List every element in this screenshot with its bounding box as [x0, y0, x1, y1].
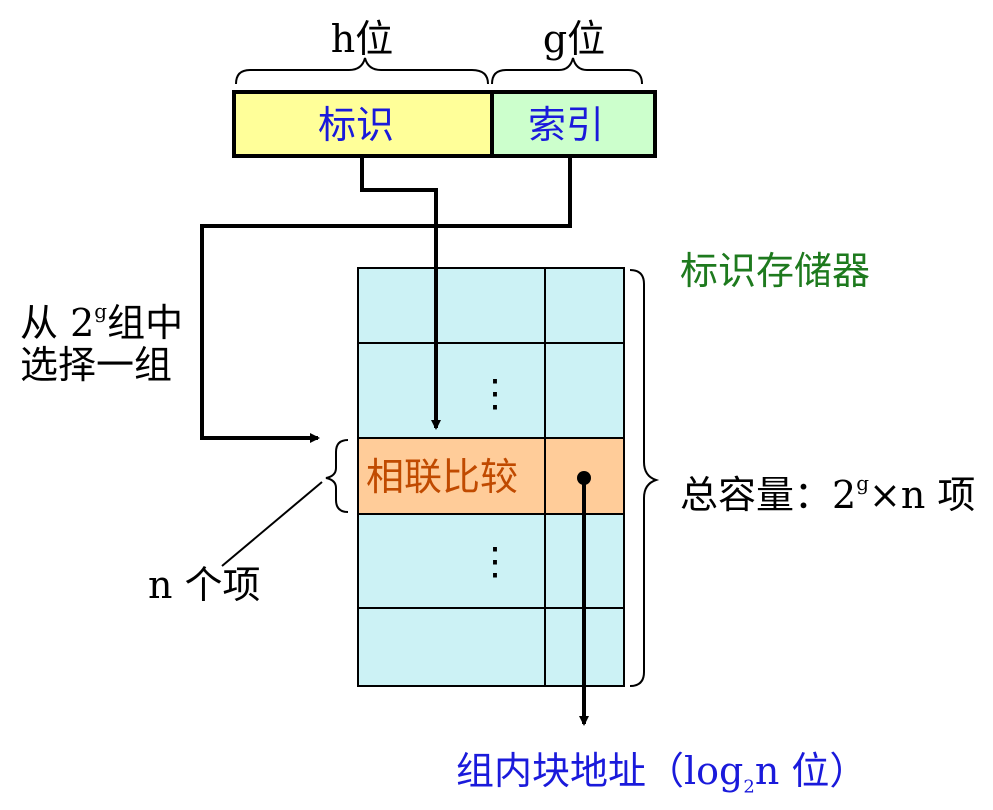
capacity-label: 总容量：2g×n 项	[680, 471, 976, 517]
cache-set-associative-diagram: h位 g位 标识 索引 标识存储器 从 2g组中 选择一组 ⋮ ⋮ 相联比较 总…	[0, 0, 993, 810]
tag-memory-title: 标识存储器	[680, 249, 871, 293]
h-bits-label: h位	[330, 17, 394, 61]
n-items-brace	[325, 439, 349, 513]
select-set-line1: 从 2g组中	[20, 299, 184, 345]
lower-ellipsis: ⋮	[476, 539, 514, 583]
compare-row-label: 相联比较	[366, 455, 519, 499]
block-address-label: 组内块地址（log2n 位）	[456, 749, 868, 798]
select-set-line2: 选择一组	[20, 343, 173, 387]
capacity-brace	[629, 269, 660, 687]
g-bits-label: g位	[542, 17, 606, 61]
tag-field-label: 标识	[317, 103, 395, 147]
n-items-pointer	[221, 481, 323, 567]
g-bits-brace	[491, 57, 643, 85]
index-field-label: 索引	[527, 103, 605, 147]
n-items-label: n 个项	[148, 563, 261, 607]
h-bits-brace	[235, 57, 489, 85]
upper-ellipsis: ⋮	[476, 371, 514, 415]
